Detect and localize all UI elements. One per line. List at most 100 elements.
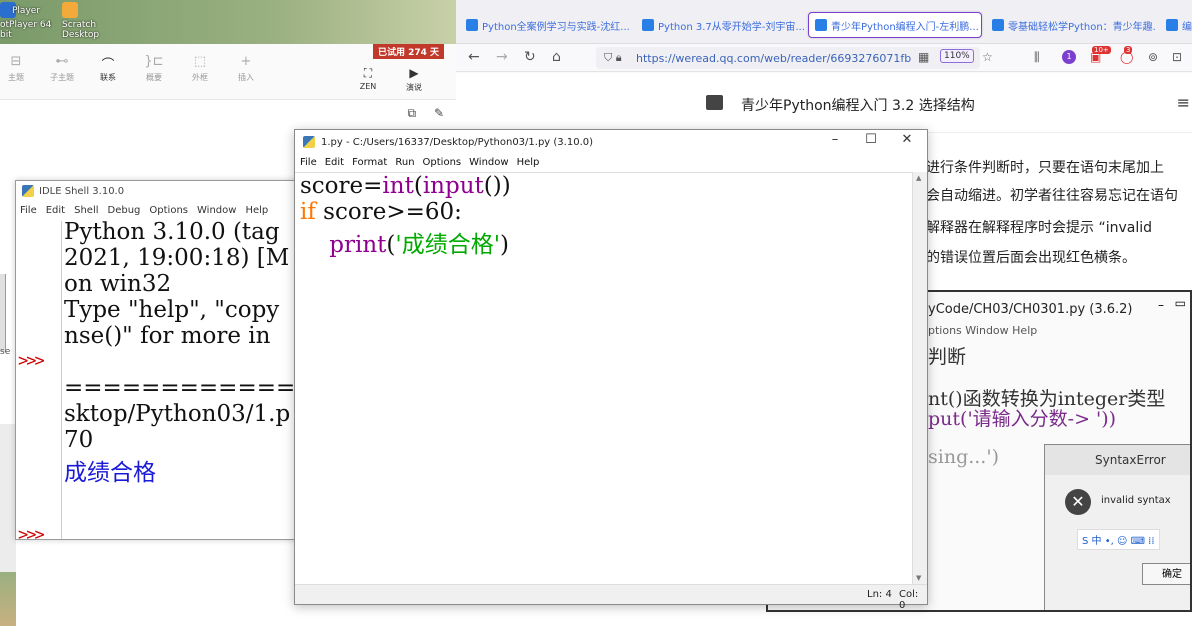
sync-icon[interactable]: ⊚	[1148, 50, 1158, 64]
menu-window[interactable]: Window	[469, 157, 508, 168]
shell-titlebar[interactable]: IDLE Shell 3.10.0	[16, 181, 304, 201]
library-icon[interactable]: ⫼	[1034, 50, 1040, 65]
tool-topic[interactable]: ⊟ 主题	[0, 54, 36, 83]
side-text: se	[0, 347, 11, 357]
desktop-icon-scratch[interactable]: Scratch Desktop	[62, 2, 122, 44]
shell-input-echo: 70	[64, 427, 94, 453]
qr-code-icon[interactable]: ▦	[918, 50, 929, 64]
forward-arrow-icon[interactable]: →	[496, 49, 508, 65]
vertical-scrollbar[interactable]: ▲ ▼	[912, 172, 927, 584]
account-badge-icon[interactable]: 1	[1062, 50, 1076, 64]
tab-python37[interactable]: Python 3.7从零开始学-刘宇宙... ✕	[636, 12, 806, 38]
tool-label: 插入	[238, 73, 254, 82]
tab-title: Python 3.7从零开始学-刘宇宙...	[658, 21, 805, 33]
tab-overflow[interactable]: 编	[1160, 12, 1192, 38]
reload-icon[interactable]: ↻	[524, 49, 536, 65]
tool-insert[interactable]: + 插入	[226, 54, 266, 83]
edit-icon[interactable]: ✎	[434, 106, 444, 120]
desktop-icon-label: Scratch	[62, 20, 97, 30]
menu-options[interactable]: Options	[423, 157, 462, 168]
code-token: (	[413, 173, 423, 199]
favicon-icon	[992, 19, 1004, 31]
tool-label: ZEN	[359, 82, 377, 91]
chapter-title: 青少年Python编程入门 3.2 选择结构	[741, 98, 975, 114]
body-paragraph-line: 会自动缩进。初学者往往容易忘记在语句	[926, 188, 1178, 204]
code-token: score>=60:	[315, 199, 462, 225]
maximize-icon: ▭	[1174, 296, 1186, 310]
menu-edit[interactable]: Edit	[46, 205, 65, 216]
tab-bar: Python全案例学习与实践-沈红... ✕ Python 3.7从零开始学-刘…	[456, 0, 1192, 44]
menu-icon[interactable]: ≡	[1177, 93, 1190, 112]
zen-mode-button[interactable]: ⛶ ZEN	[351, 66, 385, 91]
home-icon[interactable]: ⌂	[552, 49, 561, 65]
desktop-background: Player otPlayer 64 bit Scratch Desktop	[0, 0, 456, 44]
tab-title: Python全案例学习与实践-沈红...	[482, 21, 630, 33]
tool-label: 联系	[100, 73, 116, 82]
menu-file[interactable]: File	[300, 157, 317, 168]
editor-titlebar[interactable]: 1.py - C:/Users/16337/Desktop/Python03/1…	[295, 130, 927, 154]
code-editor-area[interactable]: score=int(input()) if score>=60: print('…	[295, 172, 913, 582]
string-token: '成绩合格'	[395, 232, 501, 258]
extension-icon[interactable]: ⊡	[1172, 50, 1182, 64]
figure-code-line: sing...')	[928, 446, 999, 468]
shell-title: IDLE Shell 3.10.0	[39, 185, 125, 197]
favicon-icon	[466, 19, 478, 31]
menu-run[interactable]: Run	[395, 157, 414, 168]
minimize-icon[interactable]: –	[817, 132, 853, 147]
body-paragraph-line: 的错误位置后面会出现红色横条。	[926, 250, 1136, 266]
maximize-icon[interactable]: ☐	[853, 132, 889, 147]
plus-icon: +	[240, 54, 252, 69]
menu-options[interactable]: Options	[149, 205, 188, 216]
close-icon[interactable]: ✕	[889, 132, 925, 147]
code-line-1: score=int(input())	[300, 173, 511, 199]
desktop-icon-player[interactable]: Player otPlayer 64 bit	[0, 2, 60, 44]
tab-teen-python[interactable]: 青少年Python编程入门-左利鹏... ✕	[808, 12, 982, 38]
scroll-up-arrow-icon[interactable]: ▲	[916, 174, 921, 182]
topic-icon: ⊟	[10, 54, 22, 69]
extension-count-badge: 10+	[1092, 46, 1111, 54]
shell-output-line: Python 3.10.0 (tag	[64, 219, 280, 245]
tool-subtopic[interactable]: ⊷ 子主题	[42, 54, 82, 83]
back-arrow-icon[interactable]: ←	[468, 49, 480, 65]
tool-label: 演说	[406, 83, 422, 92]
code-token: score=	[300, 173, 383, 199]
format-painter-icon[interactable]: ⧉	[408, 106, 417, 120]
body-paragraph-line: 进行条件判断时，只要在语句末尾加上	[926, 160, 1164, 176]
desktop-icon-label: Desktop	[62, 30, 100, 40]
menu-help[interactable]: Help	[517, 157, 540, 168]
favicon-icon	[1166, 19, 1178, 31]
tool-summary[interactable]: }⊏ 概要	[134, 54, 174, 83]
tool-label: 子主题	[50, 73, 74, 82]
menu-file[interactable]: File	[20, 205, 37, 216]
bookmark-star-icon[interactable]: ☆	[982, 50, 993, 64]
tool-label: 外框	[192, 73, 208, 82]
tool-relationship[interactable]: ⌒ 联系	[88, 54, 128, 83]
shell-program-output: 成绩合格	[64, 460, 156, 486]
figure-menu: ptions Window Help	[928, 324, 1038, 337]
shield-lock-icon: ⛉ 🔒︎	[604, 51, 622, 64]
scroll-down-arrow-icon[interactable]: ▼	[916, 574, 921, 582]
relationship-icon: ⌒	[101, 58, 115, 73]
tab-zero-basics[interactable]: 零基础轻松学Python：青少年趣... ✕	[986, 12, 1156, 38]
menu-help[interactable]: Help	[245, 205, 268, 216]
desktop-icon-label: otPlayer 64	[0, 20, 52, 30]
menu-window[interactable]: Window	[197, 205, 236, 216]
shell-output-line: 2021, 19:00:18) [M	[64, 245, 290, 271]
tool-boundary[interactable]: ⬚ 外框	[180, 54, 220, 83]
zoom-indicator[interactable]: 110%	[940, 49, 974, 63]
builtin-token: input	[422, 173, 484, 199]
side-panel-edge	[0, 274, 6, 352]
menu-shell[interactable]: Shell	[74, 205, 98, 216]
tool-label: 主题	[8, 73, 24, 82]
menu-debug[interactable]: Debug	[108, 205, 141, 216]
dialog-title: SyntaxError	[1045, 445, 1190, 475]
syntax-error-dialog: SyntaxError ✕ invalid syntax S 中 •, ☺ ⌨ …	[1044, 444, 1190, 610]
tab-python-cases[interactable]: Python全案例学习与实践-沈红... ✕	[460, 12, 630, 38]
book-icon[interactable]	[706, 95, 723, 110]
ime-toolbar: S 中 •, ☺ ⌨ ⁞⁞	[1077, 529, 1160, 550]
present-button[interactable]: ▶ 演说	[397, 66, 431, 93]
menu-edit[interactable]: Edit	[325, 157, 344, 168]
menu-format[interactable]: Format	[352, 157, 387, 168]
canvas-edge	[0, 424, 16, 574]
fullscreen-icon: ⛶	[363, 66, 373, 80]
